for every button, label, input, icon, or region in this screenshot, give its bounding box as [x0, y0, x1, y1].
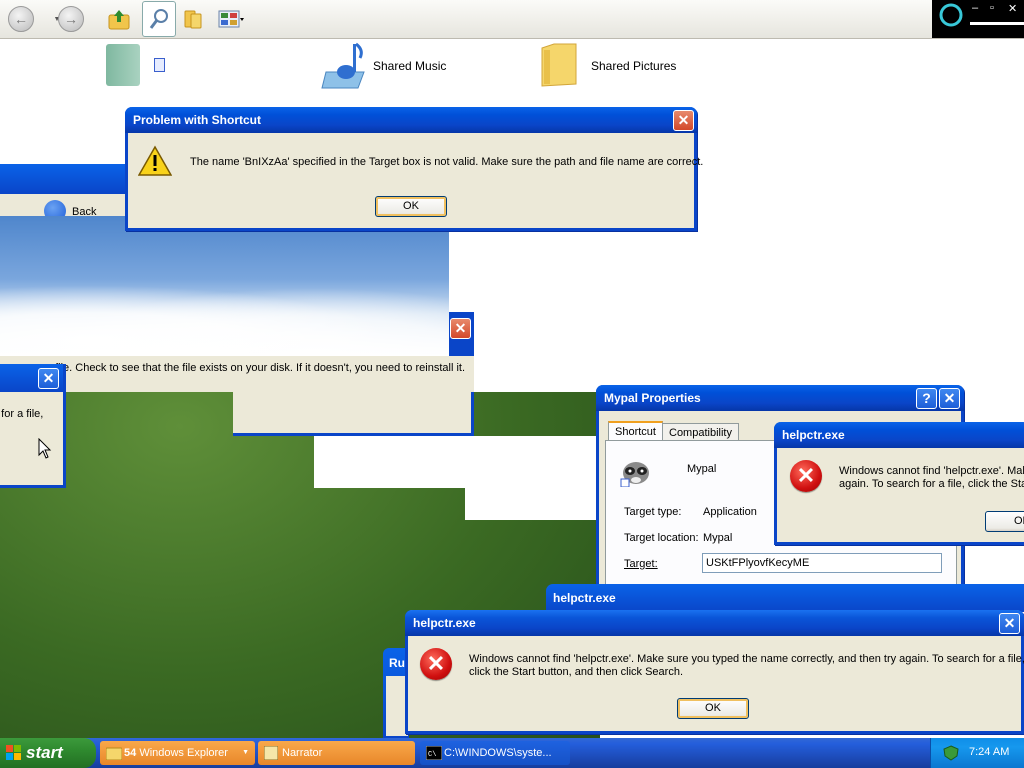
- taskbar-item-count: 54: [124, 747, 137, 759]
- pictures-folder-icon[interactable]: [540, 42, 578, 88]
- target-type-label: Target type:: [624, 506, 682, 518]
- ok-button[interactable]: OK: [677, 698, 749, 719]
- taskbar-item-narrator[interactable]: Narrator: [258, 741, 415, 765]
- folders-icon: [184, 10, 202, 29]
- target-field[interactable]: USKtFPlyovfKecyME: [702, 553, 942, 573]
- dialog-title: Ru: [389, 656, 405, 670]
- dialog-title: helpctr.exe: [413, 616, 476, 630]
- folder-label-shared-music[interactable]: Shared Music: [373, 59, 446, 73]
- system-tray: 7:24 AM: [930, 738, 1024, 768]
- problem-with-shortcut-dialog: Problem with Shortcut ✕ The name 'BnIXzA…: [125, 107, 703, 231]
- search-icon: [149, 9, 168, 29]
- close-icon[interactable]: ✕: [673, 110, 694, 131]
- background-window-toolbar: Back: [0, 194, 130, 222]
- narrator-icon: [264, 746, 278, 760]
- target-label: Target:: [624, 558, 658, 570]
- folders-button[interactable]: [178, 4, 208, 34]
- close-icon[interactable]: ✕: [999, 613, 1020, 634]
- views-button[interactable]: [214, 4, 248, 34]
- app-name: Mypal: [687, 463, 717, 475]
- windows-flag-icon: [6, 745, 21, 760]
- dialog-message-line1: Windows cannot find 'helpctr.exe'. Make …: [469, 653, 1024, 665]
- window-line: [970, 22, 1024, 25]
- clock[interactable]: 7:24 AM: [969, 746, 1009, 758]
- properties-title: Mypal Properties: [604, 391, 701, 405]
- explorer-toolbar: ← ▼ →: [0, 0, 1024, 39]
- command-prompt-icon: C\: [426, 746, 442, 760]
- tab-shortcut[interactable]: Shortcut: [608, 421, 663, 441]
- white-gap: [465, 436, 600, 520]
- dialog-title: Problem with Shortcut: [133, 113, 262, 127]
- properties-titlebar: Mypal Properties: [596, 385, 964, 411]
- help-button[interactable]: ?: [916, 388, 937, 409]
- partial-dialog-message: file. Check to see that the file exists …: [55, 362, 465, 374]
- taskbar-item-cmd[interactable]: C\ C:\WINDOWS\syste...: [420, 741, 570, 765]
- target-location-value: Mypal: [703, 532, 733, 544]
- wallpaper-sky: [0, 216, 449, 356]
- up-folder-icon: [108, 10, 130, 30]
- target-location-label: Target location:: [624, 532, 699, 544]
- start-button[interactable]: start: [0, 738, 96, 768]
- windows-logo-area: – ▫ ✕: [932, 0, 1024, 38]
- svg-text:C\: C\: [428, 751, 436, 759]
- dialog-title: helpctr.exe: [782, 428, 845, 442]
- security-shield-icon[interactable]: [943, 745, 959, 761]
- forward-arrow-icon: →: [58, 6, 84, 32]
- ok-button[interactable]: OK: [375, 196, 447, 217]
- dialog-message-line1: Windows cannot find 'helpctr.exe'. Mak: [839, 465, 1024, 477]
- folder-icon: [106, 747, 122, 760]
- dialog-titlebar: helpctr.exe: [405, 610, 1024, 636]
- dialog-titlebar: helpctr.exe: [774, 422, 1024, 448]
- warning-icon: [138, 145, 172, 176]
- back-button[interactable]: ←: [6, 4, 36, 34]
- close-icon[interactable]: ✕: [450, 318, 471, 339]
- dialog-message: The name 'BnIXzAa' specified in the Targ…: [190, 156, 704, 168]
- folder-label-shared-pictures[interactable]: Shared Pictures: [591, 59, 676, 73]
- back-arrow-icon: ←: [8, 6, 34, 32]
- close-icon[interactable]: ✕: [38, 368, 59, 389]
- close-button[interactable]: ✕: [1008, 2, 1017, 15]
- error-icon: ✕: [790, 460, 822, 492]
- partial-dialog-left: ✕ h for a file,: [0, 364, 66, 488]
- start-label: start: [26, 743, 63, 762]
- dialog-titlebar: Problem with Shortcut: [125, 107, 697, 133]
- helpctr-error-dialog-right: helpctr.exe ✕ Windows cannot find 'helpc…: [774, 422, 1024, 545]
- music-folder-icon[interactable]: [320, 42, 370, 90]
- taskbar-item-label: Windows Explorer: [139, 747, 228, 759]
- up-folder-button[interactable]: [104, 4, 134, 34]
- forward-button[interactable]: →: [56, 4, 86, 34]
- dialog-message-line2: again. To search for a file, click the S…: [839, 478, 1024, 490]
- helpctr-dialog-back: helpctr.exe: [546, 584, 1024, 612]
- dialog-message-line2: click the Start button, and then click S…: [469, 666, 684, 678]
- partial-dialog-left-message: h for a file,: [0, 408, 44, 420]
- clouds: [0, 276, 449, 356]
- mouse-cursor-icon: [38, 438, 52, 459]
- taskbar-item-windows-explorer[interactable]: 54 Windows Explorer ▼: [100, 741, 255, 765]
- folder-icon[interactable]: [106, 44, 140, 86]
- taskbar-item-label: Narrator: [282, 747, 323, 759]
- search-button[interactable]: [142, 1, 176, 37]
- partial-dialog-middle: file. Check to see that the file exists …: [0, 356, 474, 392]
- partial-dialog-middle-body: [233, 392, 474, 436]
- error-icon: ✕: [420, 648, 452, 680]
- tab-compatibility[interactable]: Compatibility: [662, 423, 739, 441]
- helpctr-error-dialog-front: helpctr.exe ✕ ✕ Windows cannot find 'hel…: [405, 610, 1024, 734]
- taskbar-item-label: C:\WINDOWS\syste...: [444, 747, 552, 759]
- throbber-icon: [939, 3, 963, 27]
- ok-button[interactable]: OK: [985, 511, 1024, 532]
- raccoon-app-icon: [620, 462, 649, 487]
- chevron-down-icon: ▼: [242, 749, 249, 756]
- views-icon: [218, 10, 244, 28]
- close-icon[interactable]: ✕: [939, 388, 960, 409]
- background-window-titlebar: [0, 164, 130, 194]
- dialog-title: helpctr.exe: [553, 591, 616, 605]
- restore-button[interactable]: ▫: [990, 2, 994, 14]
- file-icon[interactable]: [154, 58, 165, 72]
- minimize-button[interactable]: –: [972, 2, 978, 14]
- target-type-value: Application: [703, 506, 757, 518]
